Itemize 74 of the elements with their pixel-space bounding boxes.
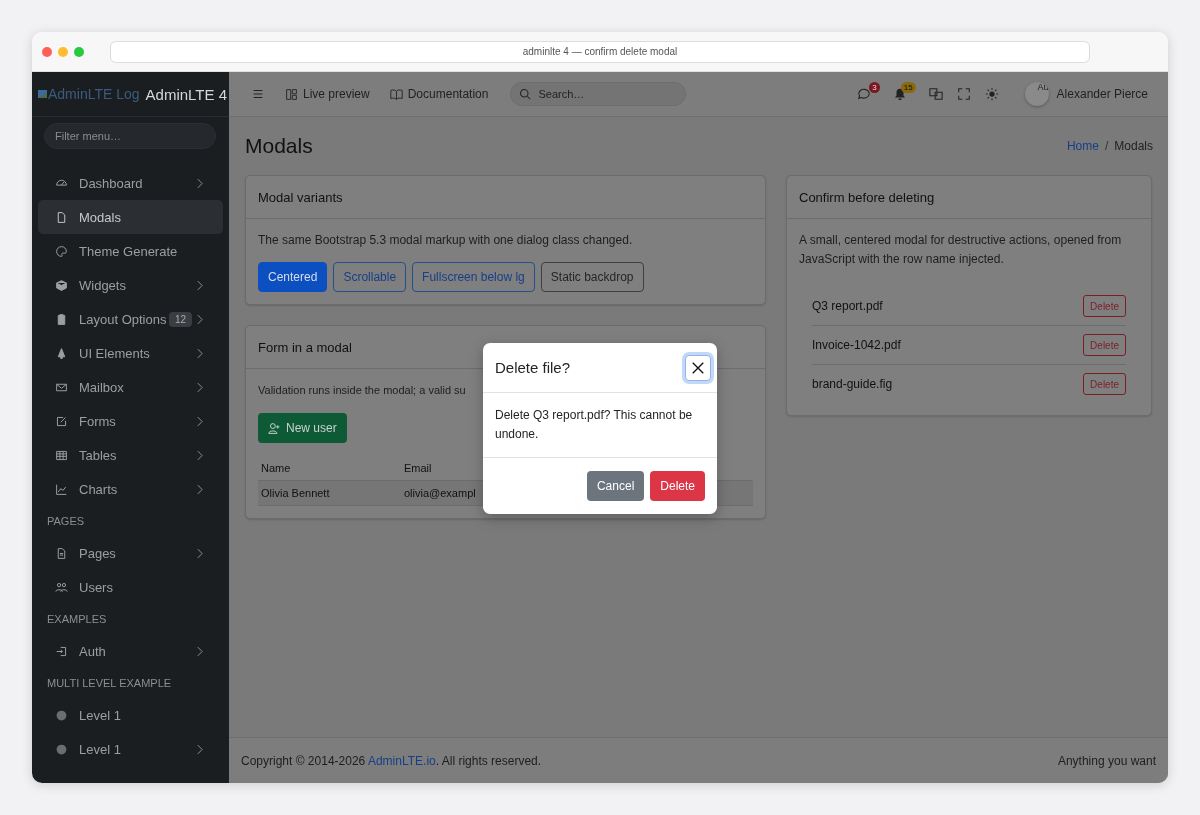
people-icon [55,580,68,594]
section-header: EXAMPLES [46,612,108,627]
new-user-button[interactable]: New user [258,413,347,443]
nav-link[interactable]: Live preview [285,87,370,101]
maximize-window-icon[interactable] [74,46,84,57]
table-icon [55,448,68,462]
user-name[interactable]: Alexander Pierce [1056,87,1148,101]
dialog-message: Delete Q3 report.pdf? This cannot be undone. [495,407,694,443]
address-bar[interactable]: adminlte 4 — confirm delete modal [110,40,1090,63]
tree-icon [55,346,68,360]
clipboard-icon [55,312,68,326]
book-icon [389,87,403,101]
file-icon [55,210,68,224]
count-badge: 12 [168,311,192,327]
line-chart-icon [55,482,68,496]
sidebar-item[interactable]: Theme Generate [38,234,223,268]
file-name: Invoice-1042.pdf [812,338,901,352]
sun-icon[interactable] [984,87,999,101]
layout-icon [285,87,298,101]
circle-icon [55,708,68,722]
circle-icon [55,742,68,756]
sidebar-item[interactable]: Dashboard [38,166,223,200]
palette-icon [55,244,68,258]
card-text: A small, centered modal for destructive actions, opened from JavaScript with the row name injected. [799,232,1123,268]
filter-menu-field[interactable]: Filter menu… [44,123,216,149]
section-header: PAGES [46,514,86,529]
breadcrumb-current: Modals [1114,139,1153,153]
sidebar-item[interactable]: Auth [38,634,223,668]
card-text: Validation runs inside the modal; a valid su [258,383,467,398]
variant-button[interactable]: Centered [258,262,328,292]
sidebar-item[interactable]: Level 1 [38,732,223,766]
fullscreen-icon[interactable] [956,87,971,101]
sidebar-item[interactable]: Users [38,570,223,604]
user-plus-icon [268,421,281,435]
sidebar-item[interactable]: UI Elements [38,336,223,370]
document-icon [55,546,68,560]
footer-note: Anything you want [1057,753,1156,768]
card-title: Confirm before deleting [787,176,1151,219]
count-badge: 3 [869,82,880,93]
card-text: The same Bootstrap 5.3 modal markup with one dialog class changed. [258,232,634,249]
close-icon [691,360,705,375]
sidebar-item[interactable]: Charts [38,472,223,506]
sidebar-item[interactable]: Layout Options 12 [38,302,223,336]
page-title: Modals [245,134,313,158]
sidebar-item[interactable]: Pages [38,536,223,570]
sidebar-item[interactable]: Mailbox [38,370,223,404]
menu-icon[interactable] [251,87,265,101]
broken-image-logo: AdminLTE Log [38,86,140,102]
dialog-button[interactable]: Delete [650,471,705,501]
sidebar-item[interactable]: Level 1 [38,698,223,732]
sidebar-item[interactable]: Tables [38,438,223,472]
close-window-icon[interactable] [42,46,52,57]
breadcrumb-separator: / [1104,139,1109,153]
copyright-text: Copyright © 2014-2026 AdminLTE.io. All rights reserved. [241,753,542,768]
sign-in-icon [55,644,68,658]
close-button[interactable] [685,354,711,381]
sidebar-item[interactable]: Forms [38,404,223,438]
chat-icon[interactable] [856,87,871,101]
file-name: brand-guide.fig [812,377,893,391]
card-title: Modal variants [246,176,765,219]
column-header: Name [258,459,401,481]
variant-button[interactable]: Static backdrop [540,262,644,292]
section-header: MULTI LEVEL EXAMPLE [46,676,173,691]
brand-name[interactable]: AdminLTE 4 [145,85,227,103]
translate-icon[interactable] [928,87,943,101]
dialog-button[interactable]: Cancel [586,471,645,501]
file-name: Q3 report.pdf [812,299,883,313]
sidebar-item[interactable]: Widgets [38,268,223,302]
nav-link[interactable]: Documentation [389,87,489,101]
search-field[interactable]: Search… [510,82,687,106]
table-cell: Olivia Bennett [258,480,401,506]
box-icon [55,278,68,292]
sidebar-item[interactable]: Modals [38,200,223,234]
count-badge: 15 [900,82,916,93]
